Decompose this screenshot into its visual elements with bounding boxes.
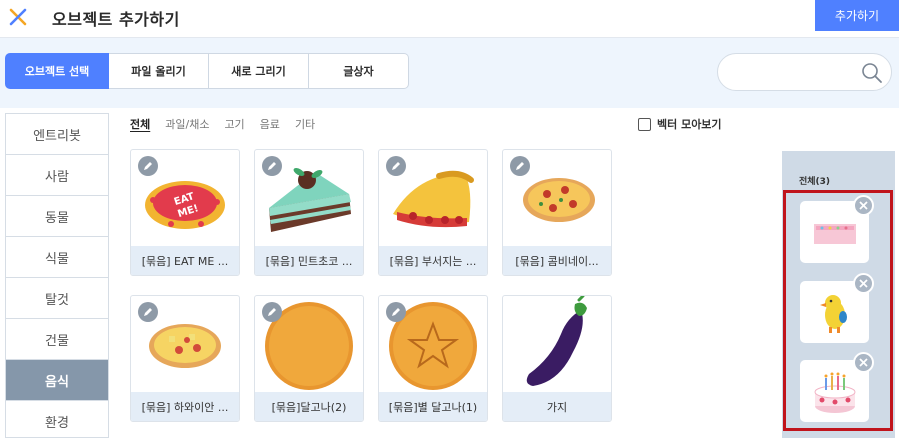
- sidebar-item-environment[interactable]: 환경: [6, 401, 108, 438]
- search-input[interactable]: [717, 53, 892, 91]
- subcat-all[interactable]: 전체: [130, 116, 150, 132]
- object-card-eggplant[interactable]: 가지: [502, 295, 612, 422]
- sidebar-item-people[interactable]: 사람: [6, 155, 108, 196]
- sidebar-item-animals[interactable]: 동물: [6, 196, 108, 237]
- object-card-dalgona[interactable]: [묶음]달고나(2): [254, 295, 364, 422]
- vector-toggle[interactable]: 벡터 모아보기: [638, 116, 722, 132]
- add-button[interactable]: 추가하기: [815, 0, 899, 31]
- subcat-fruit-veg[interactable]: 과일/채소: [165, 116, 209, 132]
- object-label: [묶음] 하와이안 ...: [131, 392, 239, 421]
- object-card-crumbling-pie[interactable]: [묶음] 부서지는 ...: [378, 149, 488, 276]
- object-label: [묶음] 민트초코 ...: [255, 246, 363, 275]
- object-label: [묶음] 콤비네이...: [503, 246, 611, 275]
- vector-toggle-label: 벡터 모아보기: [657, 118, 722, 131]
- selected-count-title: 전체(3): [799, 177, 831, 187]
- remove-item-close-icon[interactable]: [853, 195, 874, 216]
- sidebar-item-buildings[interactable]: 건물: [6, 319, 108, 360]
- vector-badge-icon: [386, 156, 406, 176]
- sidebar-item-entrybot[interactable]: 엔트리봇: [6, 114, 108, 155]
- subcat-meat[interactable]: 고기: [224, 116, 244, 132]
- tab-text-box[interactable]: 글상자: [309, 53, 409, 89]
- object-card-eat-me[interactable]: EAT ME! [묶음] EAT ME ...: [130, 149, 240, 276]
- close-x-icon[interactable]: [9, 8, 27, 26]
- subcat-etc[interactable]: 기타: [295, 116, 315, 132]
- object-label: [묶음]달고나(2): [255, 392, 363, 421]
- object-label: 가지: [503, 392, 611, 421]
- remove-item-close-icon[interactable]: [853, 352, 874, 373]
- vector-badge-icon: [262, 302, 282, 322]
- sidebar-item-vehicles[interactable]: 탈것: [6, 278, 108, 319]
- object-label: [묶음]별 달고나(1): [379, 392, 487, 421]
- vector-checkbox[interactable]: [638, 117, 651, 131]
- tab-object-select[interactable]: 오브젝트 선택: [5, 53, 109, 89]
- header: 오브젝트 추가하기 추가하기: [0, 0, 899, 38]
- vector-badge-icon: [138, 156, 158, 176]
- page-title: 오브젝트 추가하기: [52, 10, 180, 29]
- vector-badge-icon: [510, 156, 530, 176]
- sidebar-item-plants[interactable]: 식물: [6, 237, 108, 278]
- category-sidebar: 엔트리봇 사람 동물 식물 탈것 건물 음식 환경: [5, 113, 109, 438]
- object-card-hawaiian-pizza[interactable]: [묶음] 하와이안 ...: [130, 295, 240, 422]
- object-label: [묶음] EAT ME ...: [131, 246, 239, 275]
- tab-file-upload[interactable]: 파일 올리기: [109, 53, 209, 89]
- object-label: [묶음] 부서지는 ...: [379, 246, 487, 275]
- object-card-star-dalgona[interactable]: [묶음]별 달고나(1): [378, 295, 488, 422]
- eggplant-image: [526, 296, 587, 386]
- object-card-mint-choco[interactable]: [묶음] 민트초코 ...: [254, 149, 364, 276]
- tab-group: 오브젝트 선택 파일 올리기 새로 그리기 글상자: [5, 53, 409, 89]
- remove-item-close-icon[interactable]: [853, 273, 874, 294]
- search-icon[interactable]: [861, 62, 883, 84]
- object-card-combination-pizza[interactable]: [묶음] 콤비네이...: [502, 149, 612, 276]
- tab-new-drawing[interactable]: 새로 그리기: [209, 53, 309, 89]
- vector-badge-icon: [386, 302, 406, 322]
- vector-badge-icon: [262, 156, 282, 176]
- vector-badge-icon: [138, 302, 158, 322]
- subcategory-tabs: 전체 과일/채소 고기 음료 기타: [130, 116, 330, 132]
- subcat-drinks[interactable]: 음료: [260, 116, 280, 132]
- sidebar-item-food[interactable]: 음식: [6, 360, 108, 401]
- tab-bar: 오브젝트 선택 파일 올리기 새로 그리기 글상자: [0, 38, 899, 108]
